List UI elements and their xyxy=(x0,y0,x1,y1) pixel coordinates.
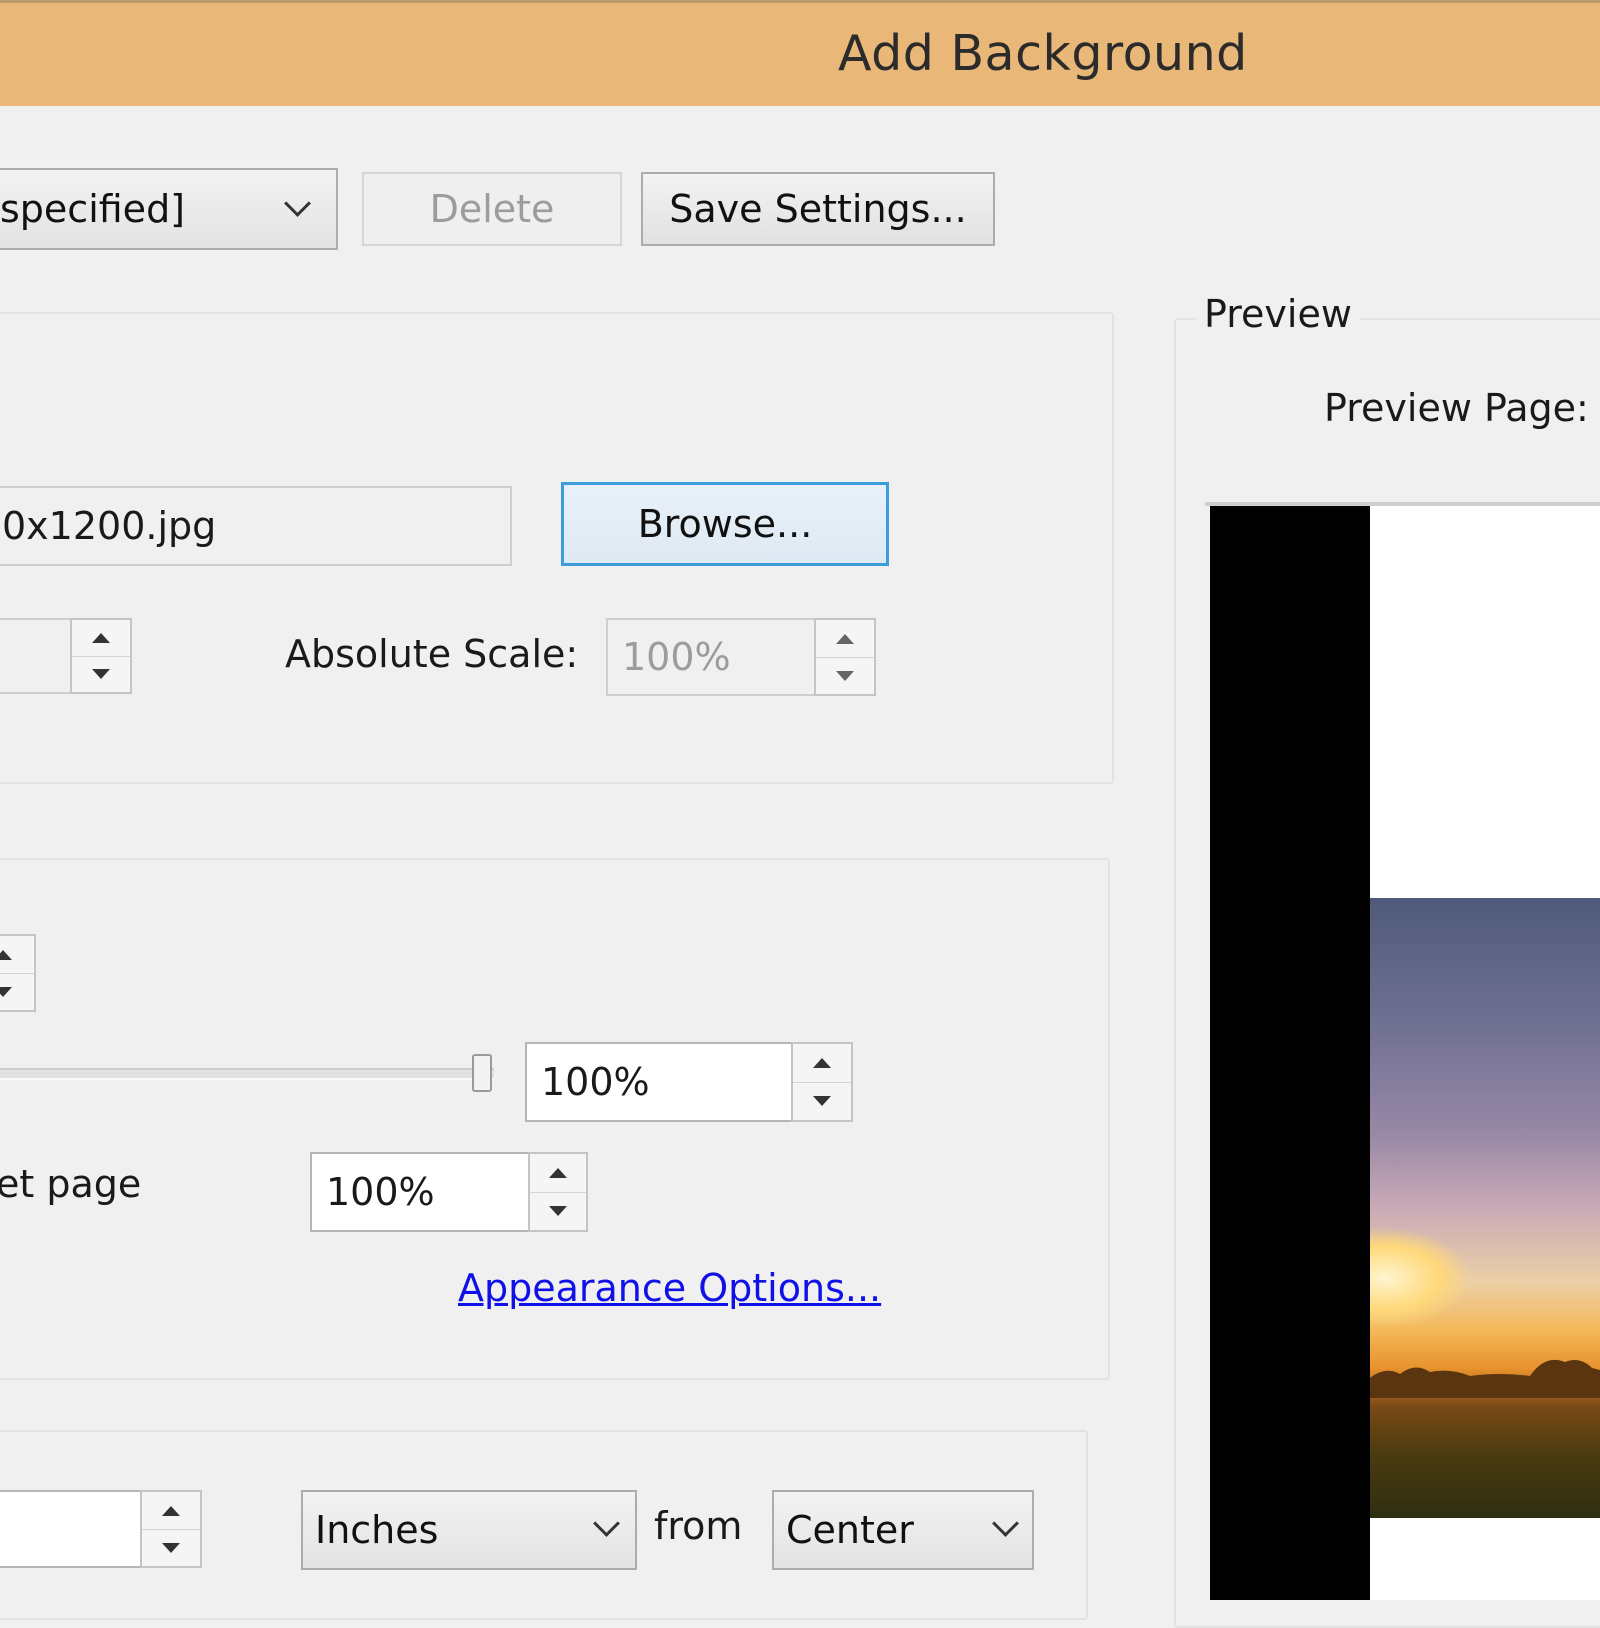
opacity-slider-track[interactable] xyxy=(0,1068,494,1080)
tree-silhouettes xyxy=(1370,1359,1600,1398)
arrow-up-icon xyxy=(836,633,854,644)
preview-group-label: Preview xyxy=(1196,292,1360,336)
stepper-down-button[interactable] xyxy=(530,1192,586,1230)
source-file-field[interactable]: 0x1200.jpg xyxy=(0,486,512,566)
source-page-stepper[interactable] xyxy=(70,618,132,694)
opacity-field[interactable]: 100% xyxy=(525,1042,793,1122)
chevron-down-icon xyxy=(992,1510,1019,1537)
window-title: Add Background xyxy=(838,25,1248,82)
stepper-up-button[interactable] xyxy=(530,1154,586,1193)
arrow-down-icon xyxy=(813,1096,831,1106)
stepper-up-button[interactable] xyxy=(793,1044,851,1083)
stepper-up-button[interactable] xyxy=(816,620,874,658)
arrow-down-icon xyxy=(836,670,854,681)
stepper-down-button[interactable] xyxy=(72,656,130,692)
save-settings-button[interactable]: Save Settings... xyxy=(641,172,995,246)
source-page-field[interactable] xyxy=(0,618,72,694)
arrow-down-icon xyxy=(92,669,110,679)
opacity-value: 100% xyxy=(541,1060,650,1104)
chevron-down-icon xyxy=(593,1510,620,1537)
arrow-up-icon xyxy=(549,1168,567,1178)
browse-button[interactable]: Browse... xyxy=(561,482,889,566)
units-value: Inches xyxy=(315,1508,439,1552)
stepper-up-button[interactable] xyxy=(0,936,34,974)
arrow-down-icon xyxy=(0,986,12,997)
units-dropdown[interactable]: Inches xyxy=(301,1490,637,1570)
stepper-up-button[interactable] xyxy=(72,620,130,657)
rotation-stepper[interactable] xyxy=(0,934,36,1012)
stepper-down-button[interactable] xyxy=(816,657,874,694)
offset-field[interactable] xyxy=(0,1490,142,1568)
opacity-slider-thumb[interactable] xyxy=(472,1054,492,1092)
offset-stepper[interactable] xyxy=(140,1490,202,1568)
anchor-dropdown[interactable]: Center xyxy=(772,1490,1034,1570)
stepper-down-button[interactable] xyxy=(0,973,34,1010)
target-scale-value: 100% xyxy=(326,1170,435,1214)
from-label: from xyxy=(654,1504,743,1548)
preview-page-label: Preview Page: xyxy=(1324,386,1589,430)
absolute-scale-label: Absolute Scale: xyxy=(285,632,579,676)
target-page-label: et page xyxy=(0,1162,142,1206)
stepper-down-button[interactable] xyxy=(793,1082,851,1120)
arrow-down-icon xyxy=(549,1206,567,1216)
title-bar: Add Background xyxy=(0,0,1600,106)
absolute-scale-stepper[interactable] xyxy=(814,618,876,696)
arrow-up-icon xyxy=(0,949,12,960)
arrow-up-icon xyxy=(92,633,110,643)
arrow-up-icon xyxy=(813,1058,831,1068)
sun-glow xyxy=(1370,1228,1470,1328)
saved-settings-value: specified] xyxy=(0,187,186,231)
arrow-up-icon xyxy=(162,1505,180,1516)
source-file-value: 0x1200.jpg xyxy=(2,504,217,548)
absolute-scale-field[interactable]: 100% xyxy=(606,618,816,696)
saved-settings-dropdown[interactable]: specified] xyxy=(0,168,338,250)
delete-button[interactable]: Delete xyxy=(362,172,622,246)
stepper-down-button[interactable] xyxy=(142,1529,200,1566)
chevron-down-icon xyxy=(284,190,311,217)
arrow-down-icon xyxy=(162,1542,180,1553)
target-scale-field[interactable]: 100% xyxy=(310,1152,532,1232)
anchor-value: Center xyxy=(786,1508,914,1552)
preview-canvas-background xyxy=(1210,506,1370,1600)
absolute-scale-value: 100% xyxy=(622,635,731,679)
stepper-up-button[interactable] xyxy=(142,1492,200,1530)
preview-background-image xyxy=(1370,898,1600,1518)
opacity-stepper[interactable] xyxy=(791,1042,853,1122)
target-scale-stepper[interactable] xyxy=(528,1152,588,1232)
appearance-options-link[interactable]: Appearance Options... xyxy=(458,1266,881,1310)
